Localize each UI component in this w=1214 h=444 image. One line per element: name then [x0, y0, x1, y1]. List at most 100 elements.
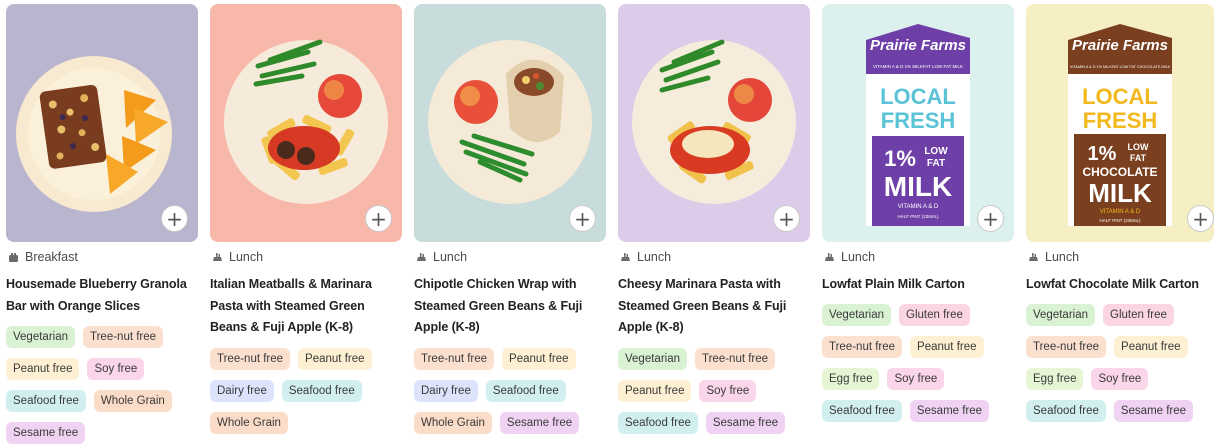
dietary-tag: Tree-nut free — [695, 348, 776, 370]
dietary-tag: Peanut free — [6, 358, 80, 380]
add-to-cart-button[interactable]: + — [161, 205, 188, 232]
dietary-tag: Soy free — [699, 380, 757, 402]
dietary-tags: Vegetarian Gluten free Tree-nut free Pea… — [822, 304, 1020, 422]
vitamin-text: VITAMIN A & D — [898, 204, 939, 210]
meal-type-label: Lunch — [841, 250, 876, 264]
dietary-tag: Tree-nut free — [210, 348, 291, 370]
dietary-tags: Vegetarian Gluten free Tree-nut free Pea… — [1026, 304, 1212, 422]
menu-item-title[interactable]: Chipotle Chicken Wrap with Steamed Green… — [414, 274, 606, 339]
food-photo: + — [618, 4, 810, 242]
meal-type: Lunch — [824, 250, 875, 264]
tray-icon — [213, 252, 222, 261]
dietary-tag: Vegetarian — [822, 304, 891, 326]
meal-type-label: Lunch — [229, 250, 264, 264]
dietary-tag: Dairy free — [210, 380, 274, 402]
toaster-icon — [9, 252, 18, 262]
dietary-tag: Whole Grain — [93, 390, 172, 412]
dietary-tag: Sesame free — [1113, 400, 1194, 422]
menu-item-title[interactable]: Housemade Blueberry Granola Bar with Ora… — [6, 274, 198, 317]
add-to-cart-button[interactable]: + — [1187, 205, 1214, 232]
dietary-tag: Dairy free — [414, 380, 478, 402]
dietary-tag: Peanut free — [1114, 336, 1188, 358]
menu-item-title[interactable]: Cheesy Marinara Pasta with Steamed Green… — [618, 274, 810, 339]
tray-icon — [825, 252, 834, 261]
dietary-tags: Tree-nut free Peanut free Dairy free Sea… — [210, 348, 408, 434]
dietary-tags: Tree-nut free Peanut free Dairy free Sea… — [414, 348, 612, 434]
add-to-cart-button[interactable]: + — [773, 205, 800, 232]
meatball — [297, 147, 315, 165]
menu-card-grid: + Breakfast Housemade Blueberry Granola … — [0, 0, 1214, 444]
dietary-tag: Sesame free — [6, 422, 86, 444]
dietary-tag: Egg free — [1026, 368, 1084, 390]
plus-icon: + — [574, 206, 591, 231]
dietary-tag: Vegetarian — [1026, 304, 1095, 326]
dietary-tag: Soy free — [887, 368, 945, 390]
dietary-tag: Seafood free — [281, 380, 362, 402]
dietary-tag: Soy free — [1091, 368, 1149, 390]
carton-top-text: VITAMIN A & D 1% MILKFAT LOW FAT MILK — [873, 64, 963, 69]
dietary-tag: Sesame free — [499, 412, 580, 434]
dietary-tag: Peanut free — [910, 336, 984, 358]
food-photo: Prairie Farms VITAMIN A & D 1% MILKFAT L… — [822, 4, 1014, 242]
fresh-text: FRESH — [881, 108, 956, 133]
dietary-tag: Seafood free — [485, 380, 566, 402]
menu-item-title[interactable]: Lowfat Plain Milk Carton — [822, 274, 1014, 296]
fat-text: FAT — [1130, 153, 1147, 163]
meal-type-label: Lunch — [433, 250, 468, 264]
add-to-cart-button[interactable]: + — [569, 205, 596, 232]
milk-text: MILK — [884, 171, 952, 202]
low-text: LOW — [1128, 142, 1149, 152]
plus-icon: + — [982, 206, 999, 231]
food-photo: + — [414, 4, 606, 242]
vitamin-text: VITAMIN A & D — [1100, 209, 1141, 215]
plus-icon: + — [370, 206, 387, 231]
tray-icon — [621, 252, 630, 261]
brand-name: Prairie Farms — [1072, 37, 1168, 54]
percent-text: 1% — [1088, 143, 1117, 165]
menu-item-title[interactable]: Italian Meatballs & Marinara Pasta with … — [210, 274, 402, 339]
dietary-tag: Vegetarian — [6, 326, 75, 348]
meal-type-label: Lunch — [637, 250, 672, 264]
plus-icon: + — [778, 206, 795, 231]
meal-type: Lunch — [1028, 250, 1079, 264]
dietary-tag: Egg free — [822, 368, 880, 390]
dietary-tag: Seafood free — [618, 412, 698, 434]
shredded-cheese — [682, 130, 734, 158]
brand-name: Prairie Farms — [870, 37, 966, 54]
low-text: LOW — [924, 146, 948, 157]
dietary-tag: Tree-nut free — [414, 348, 495, 370]
milk-text: MILK — [1088, 178, 1152, 208]
food-photo: + — [210, 4, 402, 242]
dietary-tag: Tree-nut free — [1026, 336, 1107, 358]
add-to-cart-button[interactable]: + — [977, 205, 1004, 232]
dietary-tag: Gluten free — [1103, 304, 1174, 326]
chocolate-milk-carton-illustration: Prairie Farms VITAMIN A & D 1% MILK FAT L… — [1026, 4, 1214, 242]
percent-text: 1% — [884, 146, 916, 171]
meal-type: Lunch — [212, 250, 263, 264]
meal-type: Lunch — [416, 250, 467, 264]
add-to-cart-button[interactable]: + — [365, 205, 392, 232]
tray-icon — [1029, 252, 1038, 261]
tray-icon — [417, 252, 426, 261]
menu-item-title[interactable]: Lowfat Chocolate Milk Carton — [1026, 274, 1214, 296]
meal-type-label: Lunch — [1045, 250, 1080, 264]
local-text: LOCAL — [880, 84, 956, 109]
plus-icon: + — [166, 206, 183, 231]
dietary-tag: Gluten free — [899, 304, 970, 326]
meatball — [277, 141, 295, 159]
dietary-tag: Tree-nut free — [822, 336, 903, 358]
dietary-tag: Soy free — [87, 358, 145, 380]
meal-type-label: Breakfast — [25, 250, 78, 264]
food-photo: Prairie Farms VITAMIN A & D 1% MILK FAT L… — [1026, 4, 1214, 242]
size-text: HALF PINT (236mL) — [898, 214, 939, 219]
dietary-tag: Peanut free — [298, 348, 372, 370]
dietary-tags: Vegetarian Tree-nut free Peanut free Soy… — [6, 326, 204, 444]
fresh-text: FRESH — [1083, 108, 1158, 133]
dietary-tag: Vegetarian — [618, 348, 687, 370]
granola-bar — [39, 84, 107, 169]
dietary-tag: Whole Grain — [210, 412, 288, 434]
dietary-tag: Seafood free — [1026, 400, 1106, 422]
dietary-tag: Whole Grain — [414, 412, 492, 434]
dietary-tag: Seafood free — [6, 390, 86, 412]
dietary-tags: Vegetarian Tree-nut free Peanut free Soy… — [618, 348, 816, 434]
